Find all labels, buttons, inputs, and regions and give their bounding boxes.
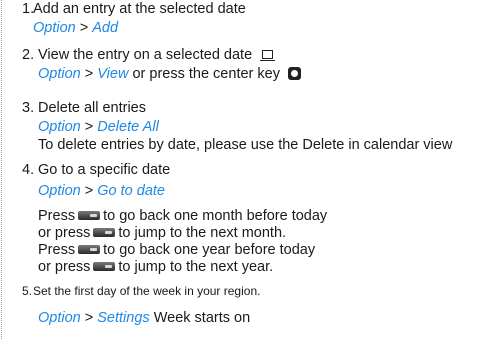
menu-path: Option > Delete All (38, 119, 159, 136)
path-separator: > (84, 66, 94, 82)
shortcut-prefix: or press (38, 225, 91, 241)
key-3-icon (93, 261, 116, 271)
shortcut-text: to jump to the next month. (118, 225, 287, 241)
path-separator: > (84, 310, 94, 326)
step-note: To delete entries by date, please use th… (38, 137, 453, 153)
step-title: Delete all entries (38, 100, 146, 116)
menu-target: Add (92, 20, 119, 36)
path-separator: > (84, 183, 94, 199)
step-title-text: View the entry on a selected date (38, 47, 253, 63)
menu-target: View (97, 66, 129, 82)
center-key-icon (288, 66, 301, 80)
step-title: Go to a specific date (38, 162, 171, 178)
key-1-icon (78, 244, 101, 254)
step-tail: or press the center key (132, 66, 280, 82)
key-7-icon (78, 210, 101, 220)
step-title: View the entry on a selected date (38, 47, 276, 64)
menu-path: Option > Go to date (38, 183, 165, 200)
menu-target: Go to date (97, 183, 165, 199)
shortcut-text: to jump to the next year. (118, 259, 274, 275)
screen-icon (260, 49, 276, 61)
shortcut-line: or press to jump to the next month. (38, 225, 286, 242)
margin-dotted-line (1, 0, 2, 339)
step-number: 2. (22, 47, 35, 63)
option-link: Option (38, 66, 81, 82)
menu-path: Option > Settings Week starts on (38, 310, 250, 327)
shortcut-line: or press to jump to the next year. (38, 259, 273, 276)
menu-target: Settings (97, 310, 150, 326)
key-9-icon (93, 227, 116, 237)
shortcut-prefix: Press (38, 242, 76, 258)
shortcut-line: Press to go back one month before today (38, 208, 327, 225)
shortcut-text: to go back one month before today (103, 208, 328, 224)
option-link: Option (33, 20, 76, 36)
step-title: Set the first day of the week in your re… (33, 284, 261, 298)
shortcut-prefix: Press (38, 208, 76, 224)
menu-path: Option > View or press the center key (38, 66, 301, 83)
step-title: Add an entry at the selected date (33, 1, 246, 17)
step-number: 3. (22, 100, 35, 116)
menu-path: Option > Add (33, 20, 118, 37)
path-separator: > (84, 119, 94, 135)
option-link: Option (38, 310, 81, 326)
step-number: 5. (22, 284, 33, 298)
option-link: Option (38, 119, 81, 135)
step-number: 4. (22, 162, 35, 178)
step-tail: Week starts on (153, 310, 251, 326)
shortcut-line: Press to go back one year before today (38, 242, 315, 259)
path-separator: > (79, 20, 89, 36)
option-link: Option (38, 183, 81, 199)
shortcut-prefix: or press (38, 259, 91, 275)
menu-target: Delete All (97, 119, 159, 135)
shortcut-text: to go back one year before today (103, 242, 316, 258)
